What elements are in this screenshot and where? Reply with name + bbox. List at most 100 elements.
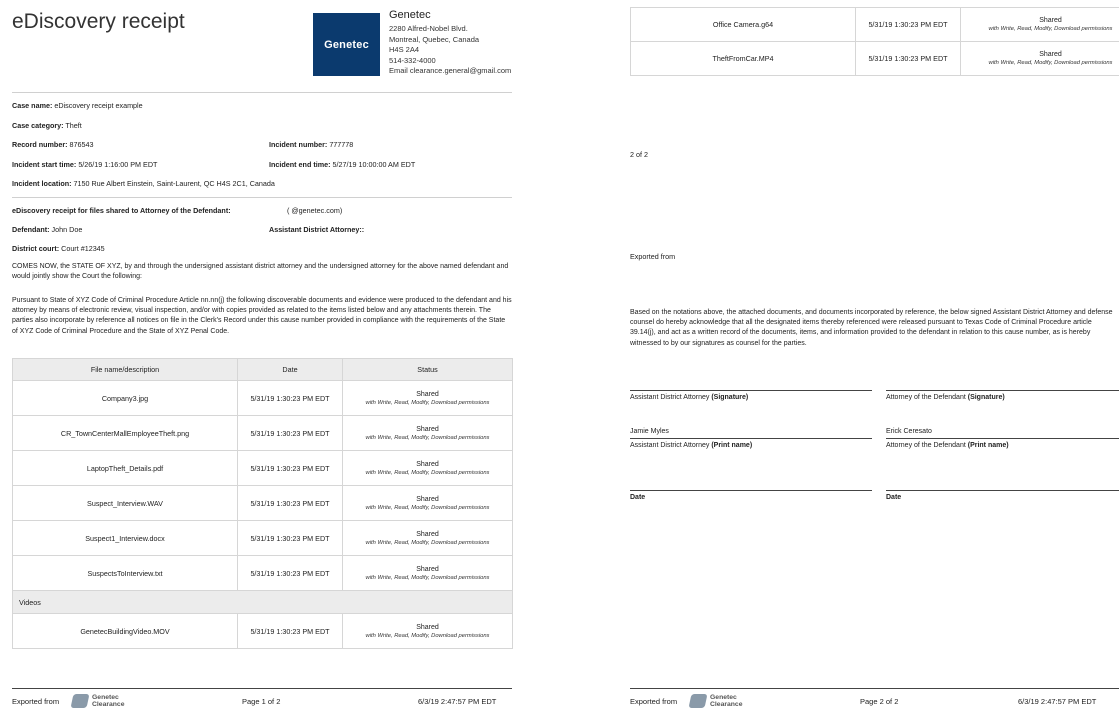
ada-signature-label: Assistant District Attorney (Signature) <box>630 394 749 401</box>
file-name: TheftFromCar.MP4 <box>630 41 856 76</box>
file-name: SuspectsToInterview.txt <box>12 555 238 591</box>
table-row: Suspect_Interview.WAV 5/31/19 1:30:23 PM… <box>12 485 513 521</box>
table-row: TheftFromCar.MP4 5/31/19 1:30:23 PM EDT … <box>630 41 1119 76</box>
file-status: Shared with Write, Read, Modify, Download… <box>342 450 513 486</box>
ada-date-label: Date <box>630 494 646 501</box>
defense-signature-label: Attorney of the Defendant (Signature) <box>886 394 1005 401</box>
company-address-2: Montreal, Quebec, Canada <box>389 34 480 44</box>
receipt-page-2: Office Camera.g64 5/31/19 1:30:23 PM EDT… <box>618 0 1119 717</box>
file-date: 5/31/19 1:30:23 PM EDT <box>237 415 343 451</box>
exported-from-text: Exported from <box>630 252 676 261</box>
genetec-clearance-logo: Genetec Clearance <box>70 694 125 708</box>
defendant-value: John Doe <box>51 225 83 234</box>
file-status: Shared with Write, Read, Modify, Download… <box>342 380 513 416</box>
defense-printed-name: Erick Ceresato <box>886 428 932 435</box>
file-name: LaptopTheft_Details.pdf <box>12 450 238 486</box>
file-status: Shared with Write, Read, Modify, Download… <box>342 485 513 521</box>
case-category-value: Theft <box>65 121 82 130</box>
file-date: 5/31/19 1:30:23 PM EDT <box>237 485 343 521</box>
record-number-label: Record number: <box>12 140 68 149</box>
clearance-logo-icon <box>688 694 708 708</box>
genetec-logo: Genetec <box>313 13 380 76</box>
district-court-field: District court: Court #12345 <box>12 244 105 253</box>
document-title: eDiscovery receipt <box>12 10 185 33</box>
incident-end-value: 5/27/19 10:00:00 AM EDT <box>332 160 416 169</box>
logo-text: Genetec <box>324 38 369 51</box>
file-status: Shared with Write, Read, Modify, Download… <box>342 555 513 591</box>
table-header-row: File name/description Date Status <box>12 358 513 381</box>
footer-divider <box>630 688 1119 689</box>
ada-label: Assistant District Attorney:: <box>269 225 365 234</box>
footer-page-number: Page 2 of 2 <box>860 697 899 706</box>
incident-number-field: Incident number: 777778 <box>269 140 353 149</box>
defense-print-name-label: Attorney of the Defendant (Print name) <box>886 442 1009 449</box>
table-row: GenetecBuildingVideo.MOV 5/31/19 1:30:23… <box>12 613 513 649</box>
footer-timestamp: 6/3/19 2:47:57 PM EDT <box>418 697 497 706</box>
table-row: Suspect1_Interview.docx 5/31/19 1:30:23 … <box>12 520 513 556</box>
incident-start-label: Incident start time: <box>12 160 77 169</box>
incident-start-value: 5/26/19 1:16:00 PM EDT <box>78 160 158 169</box>
page-count-text: 2 of 2 <box>630 150 648 159</box>
footer-page-number: Page 1 of 2 <box>242 697 281 706</box>
shared-to-label: eDiscovery receipt for files shared to A… <box>12 206 231 215</box>
file-name: CR_TownCenterMallEmployeeTheft.png <box>12 415 238 451</box>
defense-date-line <box>886 490 1119 491</box>
footer-timestamp: 6/3/19 2:47:57 PM EDT <box>1018 697 1097 706</box>
clearance-logo-icon <box>70 694 90 708</box>
file-name: Suspect1_Interview.docx <box>12 520 238 556</box>
videos-group-label: Videos <box>12 590 513 614</box>
company-postal: H4S 2A4 <box>389 45 420 54</box>
genetec-clearance-logo: Genetec Clearance <box>688 694 743 708</box>
ada-print-name-label: Assistant District Attorney (Print name) <box>630 442 753 449</box>
defendant-label: Defendant: <box>12 225 50 234</box>
incident-end-label: Incident end time: <box>269 160 331 169</box>
release-notice-paragraph: Based on the notations above, the attach… <box>630 309 1113 347</box>
ada-printed-name: Jamie Myles <box>630 428 669 435</box>
incident-number-value: 777778 <box>329 140 354 149</box>
receipt-page-1: eDiscovery receipt Genetec Genetec 2280 … <box>0 0 530 717</box>
table-row: SuspectsToInterview.txt 5/31/19 1:30:23 … <box>12 555 513 591</box>
file-date: 5/31/19 1:30:23 PM EDT <box>855 41 961 76</box>
header-divider <box>12 92 512 93</box>
comes-now-paragraph: COMES NOW, the STATE OF XYZ, by and thro… <box>12 263 509 281</box>
case-category-label: Case category: <box>12 121 64 130</box>
record-number-value: 876543 <box>69 140 94 149</box>
incident-start-field: Incident start time: 5/26/19 1:16:00 PM … <box>12 160 157 169</box>
brand-line-2: Clearance <box>92 701 125 708</box>
case-divider <box>12 197 512 198</box>
ada-print-line <box>630 438 872 439</box>
defense-date-label: Date <box>886 494 902 501</box>
case-name-field: Case name: eDiscovery receipt example <box>12 101 143 110</box>
incident-location-label: Incident location: <box>12 179 72 188</box>
defense-print-line <box>886 438 1119 439</box>
file-date: 5/31/19 1:30:23 PM EDT <box>237 380 343 416</box>
file-status: Shared with Write, Read, Modify, Download… <box>960 7 1119 42</box>
file-name: Company3.jpg <box>12 380 238 416</box>
table-row: CR_TownCenterMallEmployeeTheft.png 5/31/… <box>12 415 513 451</box>
district-court-value: Court #12345 <box>61 244 105 253</box>
file-name: Suspect_Interview.WAV <box>12 485 238 521</box>
shared-to-email: ( @genetec.com) <box>287 206 343 215</box>
company-email: Email clearance.general@gmail.com <box>389 66 512 75</box>
brand-line-2: Clearance <box>710 701 743 708</box>
col-header-file: File name/description <box>12 358 238 381</box>
ada-date-line <box>630 490 872 491</box>
shared-files-table: File name/description Date Status Compan… <box>12 358 513 649</box>
case-name-value: eDiscovery receipt example <box>54 101 143 110</box>
file-date: 5/31/19 1:30:23 PM EDT <box>237 555 343 591</box>
file-name: GenetecBuildingVideo.MOV <box>12 613 238 649</box>
defense-signature-line <box>886 390 1119 391</box>
file-date: 5/31/19 1:30:23 PM EDT <box>237 450 343 486</box>
shared-files-table-continued: Office Camera.g64 5/31/19 1:30:23 PM EDT… <box>630 7 1119 76</box>
incident-number-label: Incident number: <box>269 140 328 149</box>
col-header-date: Date <box>237 358 343 381</box>
pursuant-paragraph: Pursuant to State of XYZ Code of Crimina… <box>12 297 512 335</box>
footer-exported-from: Exported from <box>12 697 60 706</box>
col-header-status: Status <box>342 358 513 381</box>
file-name: Office Camera.g64 <box>630 7 856 42</box>
company-address-1: 2280 Alfred-Nobel Blvd. <box>389 24 468 33</box>
ada-signature-line <box>630 390 872 391</box>
case-name-label: Case name: <box>12 101 53 110</box>
footer-divider <box>12 688 512 689</box>
district-court-label: District court: <box>12 244 60 253</box>
